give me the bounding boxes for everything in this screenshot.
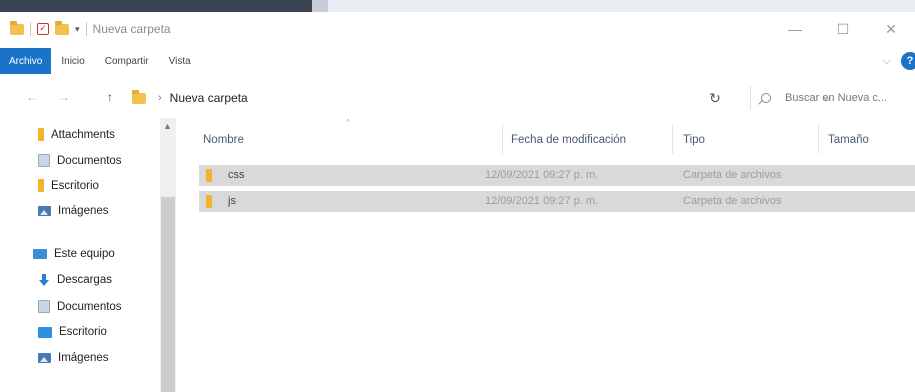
column-header-type[interactable]: Tipo [683, 134, 705, 146]
nav-item-label: Attachments [51, 128, 115, 141]
tab-archivo[interactable]: Archivo [0, 48, 52, 74]
documents-icon [38, 154, 50, 167]
up-arrow-icon[interactable]: ↑ [107, 90, 113, 104]
file-name: js [228, 195, 236, 207]
nav-item-descargas[interactable]: Descargas [38, 274, 112, 286]
column-header-name[interactable]: Nombre [203, 134, 244, 146]
scroll-up-arrow-icon[interactable]: ▲ [163, 121, 172, 131]
ribbon-right-controls: ⌵ ? [883, 52, 915, 70]
folder-icon [38, 128, 44, 141]
nav-scrollbar-thumb[interactable] [161, 197, 175, 392]
column-divider[interactable] [818, 124, 819, 154]
help-icon[interactable]: ? [901, 52, 915, 70]
nav-item-este-equipo[interactable]: Este equipo [33, 248, 115, 260]
background-window-light-area [312, 0, 328, 12]
address-row: ← → ↑ › Nueva carpeta ⌵ ↻ Buscar en Nuev… [0, 82, 915, 114]
column-header-size[interactable]: Tamaño [828, 134, 869, 146]
desktop-icon [38, 326, 52, 338]
refresh-icon[interactable]: ↻ [700, 86, 730, 110]
table-row[interactable]: css 12/09/2021 09:27 p. m. Carpeta de ar… [199, 165, 915, 186]
nav-item-label: Este equipo [54, 248, 115, 260]
nav-item-label: Escritorio [59, 326, 107, 338]
toolbar-divider [85, 22, 87, 36]
toolbar-divider [30, 22, 31, 36]
close-button[interactable]: ✕ [867, 14, 915, 44]
title-bar: ✓ ▾ Nueva carpeta — ☐ ✕ [0, 14, 915, 44]
nav-item-label: Escritorio [51, 179, 99, 192]
new-folder-icon[interactable] [55, 20, 69, 35]
folder-icon [38, 179, 44, 192]
nav-item-imagenes-pc[interactable]: Imágenes [38, 352, 109, 364]
background-window-dark-area [0, 0, 312, 12]
file-type: Carpeta de archivos [683, 195, 782, 207]
ribbon-tabs: Archivo Inicio Compartir Vista ⌵ ? [0, 48, 915, 74]
nav-item-label: Imágenes [58, 352, 109, 364]
column-header-modified[interactable]: Fecha de modificación [511, 134, 626, 146]
nav-item-attachments[interactable]: Attachments [38, 128, 115, 141]
file-type: Carpeta de archivos [683, 169, 782, 181]
sort-indicator-icon: ^ [346, 118, 350, 127]
nav-item-documentos[interactable]: Documentos [38, 154, 122, 167]
folder-icon [10, 20, 24, 35]
nav-item-label: Documentos [57, 154, 122, 167]
back-arrow-icon[interactable]: ← [26, 90, 38, 104]
nav-item-label: Imágenes [58, 205, 109, 217]
customize-toolbar-icon[interactable]: ▾ [75, 24, 80, 35]
tab-compartir[interactable]: Compartir [95, 48, 159, 74]
tab-inicio[interactable]: Inicio [51, 48, 94, 74]
search-input[interactable]: Buscar en Nueva c... [750, 86, 915, 110]
properties-icon[interactable]: ✓ [37, 23, 49, 35]
maximize-button[interactable]: ☐ [819, 14, 867, 44]
nav-item-documentos-pc[interactable]: Documentos [38, 300, 122, 313]
downloads-icon [38, 274, 50, 286]
nav-item-escritorio-pc[interactable]: Escritorio [38, 326, 107, 338]
expand-ribbon-icon[interactable]: ⌵ [883, 55, 891, 68]
window-title: Nueva carpeta [92, 22, 171, 36]
nav-item-label: Descargas [57, 274, 112, 286]
breadcrumb-current[interactable]: Nueva carpeta [170, 91, 248, 105]
nav-item-label: Documentos [57, 300, 122, 313]
search-placeholder: Buscar en Nueva c... [785, 92, 888, 104]
pictures-icon [38, 353, 51, 363]
file-modified: 12/09/2021 09:27 p. m. [485, 195, 599, 207]
forward-arrow-icon[interactable]: → [58, 90, 70, 104]
breadcrumb-separator-icon[interactable]: › [158, 92, 162, 104]
folder-icon [132, 89, 146, 104]
minimize-button[interactable]: — [771, 14, 819, 44]
search-icon [761, 93, 771, 103]
background-window-strip [0, 0, 915, 12]
nav-item-escritorio[interactable]: Escritorio [38, 179, 99, 192]
quick-access-toolbar: ✓ ▾ [0, 20, 87, 36]
column-divider[interactable] [672, 124, 673, 154]
folder-icon [206, 195, 212, 208]
navigation-pane: Attachments Documentos Escritorio Imágen… [0, 118, 176, 392]
pictures-icon [38, 206, 51, 216]
file-modified: 12/09/2021 09:27 p. m. [485, 169, 599, 181]
folder-icon [206, 169, 212, 182]
nav-item-imagenes[interactable]: Imágenes [38, 205, 109, 217]
column-divider[interactable] [502, 124, 503, 154]
address-bar[interactable]: › Nueva carpeta ⌵ [126, 86, 831, 110]
documents-icon [38, 300, 50, 313]
tab-vista[interactable]: Vista [159, 48, 201, 74]
window-controls: — ☐ ✕ [771, 14, 915, 44]
table-row[interactable]: js 12/09/2021 09:27 p. m. Carpeta de arc… [199, 191, 915, 212]
file-name: css [228, 169, 245, 181]
this-pc-icon [33, 249, 47, 259]
